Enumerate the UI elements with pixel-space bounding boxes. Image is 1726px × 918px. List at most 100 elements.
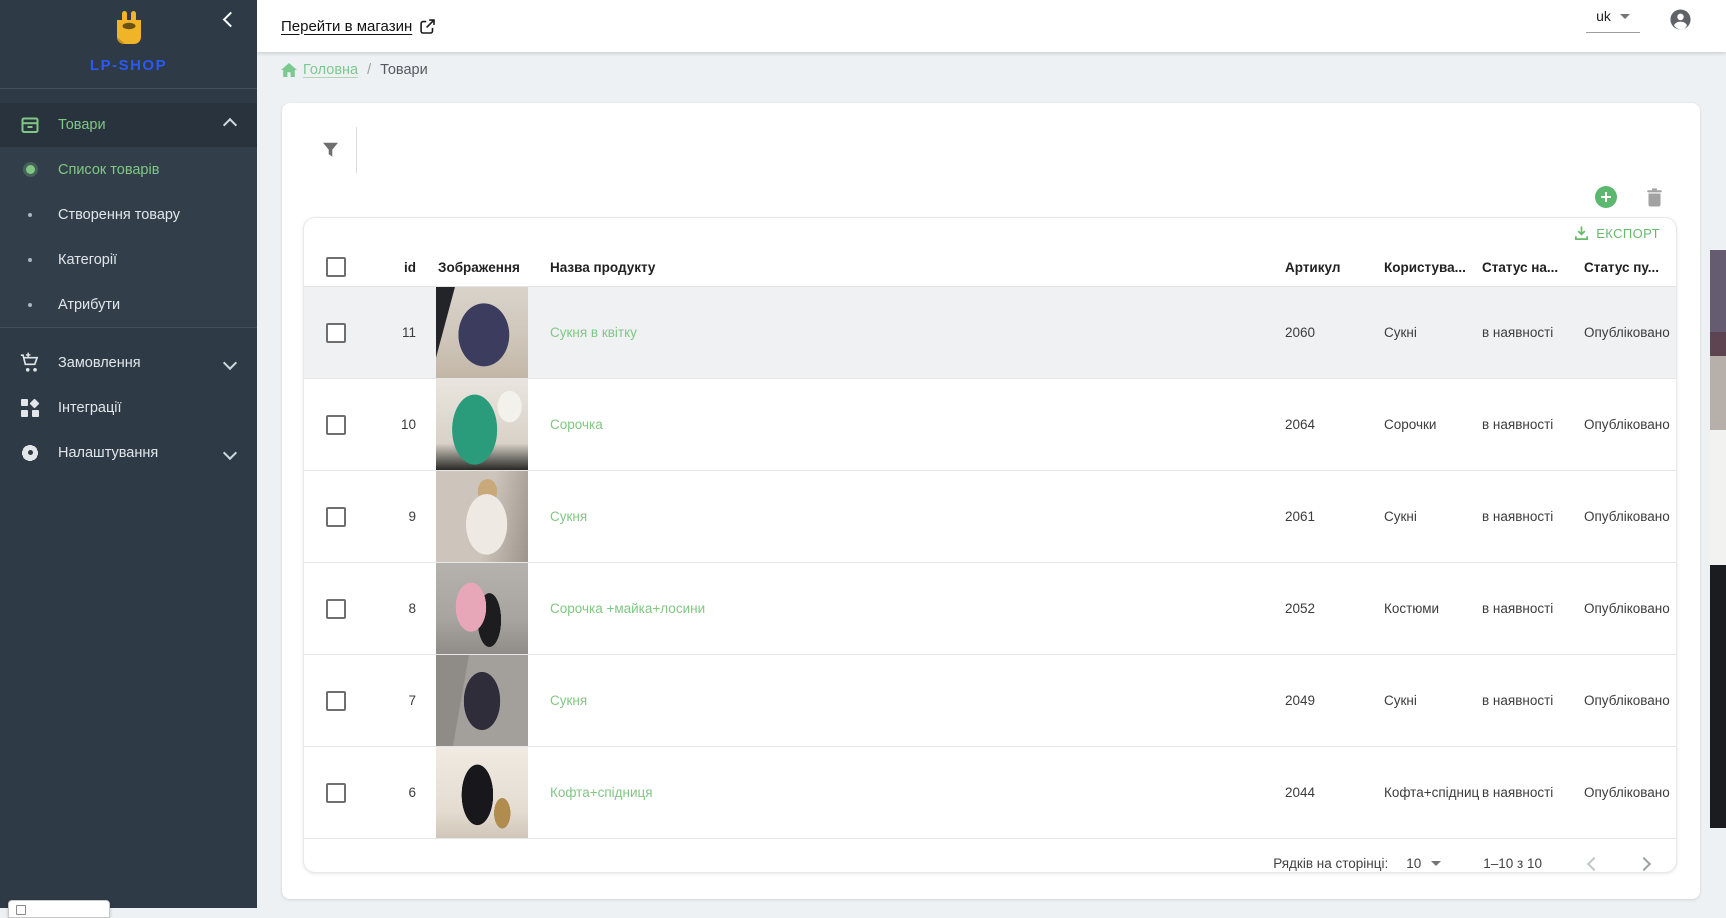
sidebar-collapse-button[interactable] (221, 12, 239, 30)
breadcrumb-home-label: Головна (303, 62, 358, 78)
product-link[interactable]: Сорочка +майка+лосини (550, 601, 705, 616)
row-checkbox[interactable] (326, 507, 346, 527)
export-button[interactable]: ЕКСПОРТ (1568, 221, 1666, 245)
table-row[interactable]: 6 Кофта+спідниця 2044 Кофта+спідниц в на… (304, 747, 1676, 839)
cell-publication: Опубліковано (1584, 325, 1676, 340)
external-link-icon (419, 18, 436, 35)
row-checkbox[interactable] (326, 783, 346, 803)
home-icon (281, 63, 297, 77)
caret-down-icon (1620, 14, 1630, 19)
bullet-icon (28, 213, 32, 217)
rows-per-page-select[interactable]: 10 (1406, 856, 1441, 871)
tooltip-glyph-icon (16, 905, 26, 915)
breadcrumb: Головна / Товари (281, 62, 428, 78)
caret-down-icon (1431, 861, 1441, 866)
sidebar-item-label: Налаштування (58, 445, 225, 461)
language-code: uk (1596, 8, 1611, 24)
breadcrumb-home-link[interactable]: Головна (281, 62, 358, 78)
table-row[interactable]: 7 Сукня 2049 Сукні в наявності Опубліков… (304, 655, 1676, 747)
sidebar-item-label: Товари (58, 117, 225, 133)
cell-id: 8 (350, 601, 416, 616)
sidebar-item-label: Створення товару (58, 207, 257, 223)
cell-publication: Опубліковано (1584, 601, 1676, 616)
column-header-id[interactable]: id (350, 260, 416, 275)
product-link[interactable]: Сукня в квітку (550, 325, 637, 340)
product-photo (436, 655, 528, 747)
rows-per-page-value: 10 (1406, 856, 1421, 871)
pagination-prev-button[interactable] (1582, 852, 1606, 874)
product-link[interactable]: Сукня (550, 509, 587, 524)
chevron-left-icon (1587, 856, 1601, 870)
cell-id: 11 (350, 325, 416, 340)
go-to-store-link[interactable]: Перейти в магазин (281, 18, 436, 35)
select-all-checkbox[interactable] (326, 257, 346, 277)
box-icon (19, 115, 41, 135)
cell-sku: 2064 (1285, 417, 1384, 432)
sidebar-item-categories[interactable]: Категорії (0, 237, 257, 282)
cell-availability: в наявності (1482, 509, 1584, 524)
sidebar-item-orders[interactable]: Замовлення (0, 340, 257, 385)
account-menu-button[interactable] (1669, 8, 1692, 36)
column-header-publication[interactable]: Статус пу... (1584, 260, 1676, 275)
row-checkbox[interactable] (326, 323, 346, 343)
bullet-icon (28, 258, 32, 262)
table-row[interactable]: 11 Сукня в квітку 2060 Сукні в наявності… (304, 287, 1676, 379)
column-header-user-category[interactable]: Користува... (1384, 260, 1482, 275)
funnel-icon (322, 142, 339, 158)
export-label: ЕКСПОРТ (1596, 226, 1660, 241)
store-link-label: Перейти в магазин (281, 18, 412, 35)
chevron-right-icon (1637, 856, 1651, 870)
chevron-down-icon (223, 355, 237, 369)
row-checkbox[interactable] (326, 599, 346, 619)
cell-id: 7 (350, 693, 416, 708)
sidebar-divider (0, 88, 257, 89)
sidebar-item-products[interactable]: Товари (0, 103, 257, 147)
delete-button[interactable] (1646, 188, 1663, 212)
sidebar-item-integrations[interactable]: Інтеграції (0, 385, 257, 430)
table-row[interactable]: 10 Сорочка 2064 Сорочки в наявності Опуб… (304, 379, 1676, 471)
column-header-availability[interactable]: Статус на... (1482, 260, 1584, 275)
product-photo (436, 563, 528, 655)
table-row[interactable]: 9 Сукня 2061 Сукні в наявності Опубліков… (304, 471, 1676, 563)
cell-user-category: Сукні (1384, 325, 1482, 340)
cell-sku: 2060 (1285, 325, 1384, 340)
sidebar-item-attributes[interactable]: Атрибути (0, 282, 257, 327)
sidebar-item-settings[interactable]: Налаштування (0, 430, 257, 475)
product-link[interactable]: Сорочка (550, 417, 603, 432)
product-link[interactable]: Сукня (550, 693, 587, 708)
product-photo (436, 379, 528, 471)
filter-button[interactable] (318, 138, 342, 162)
cell-availability: в наявності (1482, 601, 1584, 616)
cell-sku: 2061 (1285, 509, 1384, 524)
products-submenu: Список товарів Створення товару Категорі… (0, 147, 257, 328)
logo[interactable]: LP-SHOP (0, 0, 257, 74)
products-table-card: ЕКСПОРТ id Зображення Назва продукту Арт… (303, 217, 1677, 873)
product-link[interactable]: Кофта+спідниця (550, 785, 653, 800)
column-header-name[interactable]: Назва продукту (528, 260, 1285, 275)
cart-plus-icon (19, 352, 41, 373)
pagination-next-button[interactable] (1632, 852, 1656, 874)
account-circle-icon (1669, 8, 1692, 31)
language-select[interactable]: uk (1586, 8, 1640, 33)
row-checkbox[interactable] (326, 691, 346, 711)
cell-sku: 2052 (1285, 601, 1384, 616)
add-product-button[interactable] (1595, 186, 1617, 208)
table-row[interactable]: 8 Сорочка +майка+лосини 2052 Костюми в н… (304, 563, 1676, 655)
cell-user-category: Сукні (1384, 509, 1482, 524)
column-header-sku[interactable]: Артикул (1285, 260, 1384, 275)
sidebar-item-product-create[interactable]: Створення товару (0, 192, 257, 237)
breadcrumb-current: Товари (380, 62, 428, 78)
cell-publication: Опубліковано (1584, 693, 1676, 708)
cell-publication: Опубліковано (1584, 785, 1676, 800)
cell-id: 9 (350, 509, 416, 524)
sidebar-item-product-list[interactable]: Список товарів (0, 147, 257, 192)
clipped-content-strip (1710, 52, 1726, 908)
sidebar: LP-SHOP Товари Список товарів Створення … (0, 0, 257, 908)
filter-divider (356, 127, 357, 173)
column-header-image: Зображення (416, 248, 528, 286)
row-checkbox[interactable] (326, 415, 346, 435)
chevron-left-icon (222, 12, 238, 28)
cell-sku: 2049 (1285, 693, 1384, 708)
bullet-icon (28, 303, 32, 307)
rows-per-page-label: Рядків на сторінці: (1273, 856, 1388, 871)
